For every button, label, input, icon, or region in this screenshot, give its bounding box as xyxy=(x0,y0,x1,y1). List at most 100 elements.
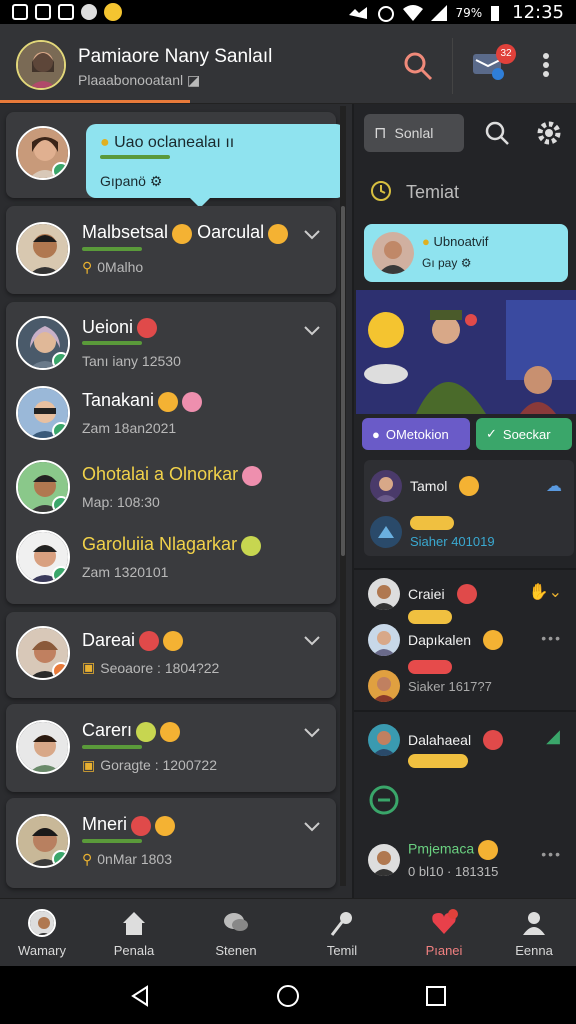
hand-icon[interactable]: ✋⌄ xyxy=(529,582,562,602)
avatar xyxy=(16,126,70,180)
media-button-b[interactable]: ✓ Soeckar xyxy=(476,418,572,450)
more-icon[interactable]: ••• xyxy=(541,630,562,646)
chat-row: Carerı ▣ Goragte : 1200722 xyxy=(16,720,217,774)
chat-row[interactable]: Ueioni Tanı iany 12530 xyxy=(16,316,181,370)
chevron-down-icon[interactable] xyxy=(304,728,320,738)
chat-sub: ▣ Goragte : 1200722 xyxy=(82,756,217,774)
chat-name: Carerı xyxy=(82,720,217,742)
emoji-icon xyxy=(155,815,176,836)
flag-icon[interactable]: ◢ xyxy=(546,726,560,747)
chat-name: Malbsetsal Oarculal xyxy=(82,222,289,244)
camera-icon xyxy=(81,4,97,20)
scrollbar[interactable] xyxy=(340,106,346,886)
side-panel: ⊓ Sonlal Temiat ● Ubnoatvif Gı pay ⚙ ● OM… xyxy=(352,104,576,898)
panel-bubble-line1: ● Ubnoatvif xyxy=(422,234,489,249)
avatar xyxy=(16,530,70,584)
bottom-nav: Wamary Penala Stenen Temil Pıanei Eenna xyxy=(0,898,576,966)
recents-icon[interactable] xyxy=(424,984,448,1008)
home-button-icon[interactable] xyxy=(276,984,300,1008)
avatar xyxy=(16,460,70,514)
profile-nav-icon xyxy=(28,909,56,937)
pinned-chat-card[interactable]: ● Uao oclanealaı ıı Gıpanö ⚙ xyxy=(6,112,346,208)
nav-item[interactable]: Eenna xyxy=(486,905,576,963)
social-tab[interactable]: ⊓ Sonlal xyxy=(364,114,464,152)
chat-bubbles-icon xyxy=(224,913,248,931)
chat-text: Carerı ▣ Goragte : 1200722 xyxy=(82,720,217,773)
panel-card[interactable]: Tamol ☁ Siaher 401019 xyxy=(364,460,574,556)
scrollbar-thumb[interactable] xyxy=(341,206,345,556)
avatar xyxy=(368,843,400,876)
chat-row: Mneri ⚲ 0nMar 1803 xyxy=(16,814,176,868)
chevron-down-icon[interactable] xyxy=(304,230,320,240)
group-icon[interactable]: ☁ xyxy=(546,476,562,496)
panel-item[interactable]: Craiei xyxy=(368,578,477,610)
chat-name: Mneri xyxy=(82,814,176,836)
panel-item[interactable]: Dapıkalen xyxy=(368,624,504,656)
panel-item-name: Craiei xyxy=(408,586,445,602)
nav-item[interactable]: Temil xyxy=(294,905,390,963)
home-icon xyxy=(123,912,145,935)
media-button-a[interactable]: ● OMetokion xyxy=(362,418,470,450)
search-icon[interactable] xyxy=(402,50,434,82)
emoji-icon xyxy=(158,391,179,412)
more-icon[interactable]: ••• xyxy=(541,846,562,862)
panel-item-text: Pmjemaca 0 bl10 · 181315 xyxy=(408,840,498,879)
chat-card[interactable]: Dareai ▣ Seoaore : 1804?22 xyxy=(6,612,336,698)
divider xyxy=(354,568,576,570)
chevron-down-icon[interactable] xyxy=(304,326,320,336)
chat-card[interactable]: Carerı ▣ Goragte : 1200722 xyxy=(6,704,336,792)
chat-icon xyxy=(58,4,74,20)
chevron-down-icon[interactable] xyxy=(304,822,320,832)
battery-icon xyxy=(491,5,500,21)
app-header: Pamiaore Nany Sanlaıl Plaaabonooatanl ◪ … xyxy=(0,24,576,104)
chat-text: Malbsetsal Oarculal ⚲ 0Malho xyxy=(82,222,289,276)
header-divider xyxy=(452,38,453,94)
chat-name: Garoluiia Nlagarkar xyxy=(82,534,262,556)
gear-icon[interactable] xyxy=(536,120,562,146)
more-icon[interactable] xyxy=(536,50,556,80)
nav-label: Wamary xyxy=(18,943,66,958)
chat-sub: Map: 108:30 xyxy=(82,493,160,510)
message-bubble[interactable]: ● Uao oclanealaı ıı Gıpanö ⚙ xyxy=(86,124,346,208)
panel-message-bubble[interactable]: ● Ubnoatvif Gı pay ⚙ xyxy=(364,224,568,282)
nav-item[interactable]: Penala xyxy=(86,905,182,963)
nav-item[interactable]: Wamary xyxy=(0,905,90,963)
back-icon[interactable] xyxy=(128,984,152,1008)
share-icon xyxy=(370,515,402,548)
panel-item[interactable]: Pmjemaca 0 bl10 · 181315 xyxy=(368,840,498,879)
media-preview-image[interactable] xyxy=(356,290,576,414)
emoji-icon xyxy=(241,535,262,556)
battery-text: 79% xyxy=(455,5,483,20)
nav-item[interactable]: Stenen xyxy=(188,905,284,963)
emoji-icon xyxy=(131,815,152,836)
panel-item[interactable]: Dalahaeal xyxy=(368,724,504,756)
panel-item[interactable]: Tamol xyxy=(370,470,480,502)
wifi-icon xyxy=(403,4,424,21)
chat-card[interactable]: Malbsetsal Oarculal ⚲ 0Malho xyxy=(6,206,336,294)
tag xyxy=(408,754,468,768)
search-icon[interactable] xyxy=(484,120,510,146)
panel-item-name: Pmjemaca xyxy=(408,840,475,857)
emoji-icon xyxy=(242,465,263,486)
emoji-icon xyxy=(136,721,157,742)
chevron-down-icon[interactable] xyxy=(304,636,320,646)
chat-row[interactable]: Garoluiia Nlagarkar Zam 1320101 xyxy=(16,530,262,584)
nav-item-active[interactable]: Pıanei xyxy=(396,905,492,963)
online-indicator xyxy=(52,352,68,368)
panel-item-sub: Siaker 1617?7 xyxy=(408,678,492,694)
emoji-icon xyxy=(483,630,504,650)
panel-bubble-line2: Gı pay ⚙ xyxy=(422,256,472,270)
tag-icon: ⚲ xyxy=(82,258,93,275)
chat-row[interactable]: Ohotalai a Olnorkar Map: 108:30 xyxy=(16,460,263,514)
profile-avatar[interactable] xyxy=(16,40,66,90)
circle-icon[interactable] xyxy=(368,784,400,816)
chat-card[interactable]: Mneri ⚲ 0nMar 1803 xyxy=(6,798,336,888)
group-chat-card[interactable]: Ueioni Tanı iany 12530 Tanakani Zam 18an… xyxy=(6,302,336,604)
chat-sub: ⚲ 0Malho xyxy=(82,258,144,276)
header-accent-line xyxy=(0,100,190,103)
chat-text: Dareai ▣ Seoaore : 1804?22 xyxy=(82,630,219,676)
panel-item[interactable]: Siaker 1617?7 xyxy=(368,670,492,702)
panel-item[interactable]: Siaher 401019 xyxy=(370,514,495,549)
emoji-icon xyxy=(172,223,193,244)
chat-row[interactable]: Tanakani Zam 18an2021 xyxy=(16,386,203,440)
